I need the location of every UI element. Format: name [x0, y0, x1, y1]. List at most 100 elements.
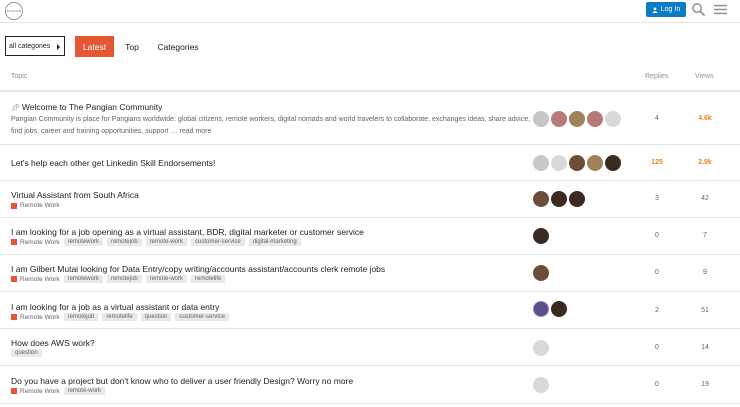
avatar[interactable]	[605, 111, 621, 127]
tag[interactable]: remotelife	[191, 275, 226, 283]
tag[interactable]: customer-service	[175, 313, 230, 321]
category-label: Remote Work	[20, 275, 60, 283]
topic-title[interactable]: I am looking for a job opening as a virt…	[11, 227, 364, 237]
topic-title[interactable]: I am Gilbert Mutai looking for Data Entr…	[11, 264, 385, 274]
topic-meta: Remote Work	[11, 202, 60, 209]
topic-title[interactable]: Let's help each other get Linkedin Skill…	[11, 158, 215, 168]
topic-title[interactable]: I am looking for a job as a virtual assi…	[11, 302, 219, 312]
topic-row: I am looking for a job as a virtual assi…	[0, 292, 740, 329]
reply-count: 125	[651, 159, 663, 166]
topic-row: 📌︎ Welcome to The Pangian Community Pangi…	[0, 92, 740, 145]
category-badge[interactable]: Remote Work	[11, 276, 60, 283]
topic-excerpt[interactable]: Pangian Community is place for Pangians …	[11, 114, 531, 138]
topic-row: I am Gilbert Mutai looking for Data Entr…	[0, 255, 740, 292]
category-badge[interactable]: Remote Work	[11, 239, 60, 246]
tab-categories[interactable]: Categories	[153, 36, 203, 57]
view-count: 51	[701, 307, 709, 314]
poster-avatars	[533, 228, 549, 244]
poster-avatars	[533, 191, 585, 207]
tab-top[interactable]: Top	[122, 36, 142, 57]
topic-title[interactable]: How does AWS work?	[11, 338, 95, 348]
topic-meta: Remote Work remote-work	[11, 387, 105, 395]
avatar[interactable]	[551, 301, 567, 317]
pangian-logo[interactable]: PANGIAN	[5, 2, 23, 20]
tag[interactable]: question	[140, 313, 172, 321]
tag[interactable]: remote-work	[145, 238, 187, 246]
category-color-swatch	[11, 239, 17, 245]
avatar[interactable]	[533, 301, 549, 317]
topic-title[interactable]: Virtual Assistant from South Africa	[11, 190, 139, 200]
topic-title: Welcome to The Pangian Community	[21, 102, 163, 112]
tag[interactable]: remotejob	[63, 313, 99, 321]
avatar[interactable]	[605, 155, 621, 171]
tag[interactable]: remotejob	[106, 238, 142, 246]
category-color-swatch	[11, 314, 17, 320]
column-header-replies[interactable]: Replies	[645, 73, 668, 80]
topic-row: Virtual Assistant from South Africa Remo…	[0, 181, 740, 218]
avatar[interactable]	[551, 111, 567, 127]
avatar[interactable]	[587, 155, 603, 171]
tag[interactable]: remotejob	[106, 275, 142, 283]
avatar[interactable]	[587, 111, 603, 127]
topic-row: I am looking for a job opening as a virt…	[0, 218, 740, 255]
avatar[interactable]	[533, 155, 549, 171]
category-badge[interactable]: Remote Work	[11, 314, 60, 321]
tab-latest[interactable]: Latest	[75, 36, 114, 57]
topic-row: Do you have a project but don't know who…	[0, 366, 740, 404]
category-label: Remote Work	[20, 387, 60, 395]
view-count: 42	[701, 195, 709, 202]
category-label: Remote Work	[20, 202, 60, 209]
tag[interactable]: digital-marketing	[248, 238, 301, 246]
search-icon[interactable]	[691, 2, 706, 17]
avatar[interactable]	[569, 155, 585, 171]
view-count: 19	[701, 381, 709, 388]
view-count: 2.9k	[698, 159, 712, 166]
topic-row: Let's help each other get Linkedin Skill…	[0, 145, 740, 181]
avatar[interactable]	[551, 155, 567, 171]
category-color-swatch	[11, 388, 17, 394]
avatar[interactable]	[569, 111, 585, 127]
reply-count: 0	[655, 381, 659, 388]
tag[interactable]: remotelife	[102, 313, 137, 321]
view-count: 4.6k	[698, 115, 712, 122]
topic-title-link[interactable]: 📌︎ Welcome to The Pangian Community	[11, 102, 162, 112]
login-button[interactable]: Log In	[646, 2, 686, 17]
tag[interactable]: remote-work	[145, 275, 187, 283]
category-badge[interactable]: Remote Work	[11, 202, 60, 209]
avatar[interactable]	[533, 111, 549, 127]
tag[interactable]: remotework	[63, 238, 103, 246]
category-dropdown[interactable]: all categories	[5, 36, 65, 56]
caret-right-icon	[57, 44, 60, 50]
tag[interactable]: remotework	[63, 275, 103, 283]
view-count: 9	[703, 269, 707, 276]
avatar[interactable]	[533, 191, 549, 207]
category-color-swatch	[11, 276, 17, 282]
poster-avatars	[533, 265, 549, 281]
poster-avatars	[533, 377, 549, 393]
avatar[interactable]	[551, 191, 567, 207]
avatar[interactable]	[533, 340, 549, 356]
topic-title[interactable]: Do you have a project but don't know who…	[11, 376, 353, 386]
category-color-swatch	[11, 202, 17, 209]
category-label: Remote Work	[20, 238, 60, 246]
category-dropdown-value: all categories	[9, 42, 51, 50]
poster-avatars	[533, 111, 621, 127]
reply-count: 2	[655, 307, 659, 314]
reply-count: 4	[655, 115, 659, 122]
avatar[interactable]	[533, 265, 549, 281]
tag[interactable]: customer-service	[191, 238, 245, 246]
topic-meta: Remote Work remotejob remotelife questio…	[11, 313, 230, 321]
topic-meta: Remote Work remotework remotejob remote-…	[11, 275, 226, 283]
site-header: PANGIAN Log In	[0, 0, 740, 23]
avatar[interactable]	[569, 191, 585, 207]
poster-avatars	[533, 340, 549, 356]
column-header-topic[interactable]: Topic	[11, 73, 27, 80]
tag[interactable]: question	[11, 349, 42, 357]
column-header-views[interactable]: Views	[695, 73, 714, 80]
avatar[interactable]	[533, 377, 549, 393]
reply-count: 0	[655, 344, 659, 351]
tag[interactable]: remote-work	[63, 387, 105, 395]
hamburger-menu-icon[interactable]	[713, 2, 728, 17]
category-badge[interactable]: Remote Work	[11, 388, 60, 395]
avatar[interactable]	[533, 228, 549, 244]
